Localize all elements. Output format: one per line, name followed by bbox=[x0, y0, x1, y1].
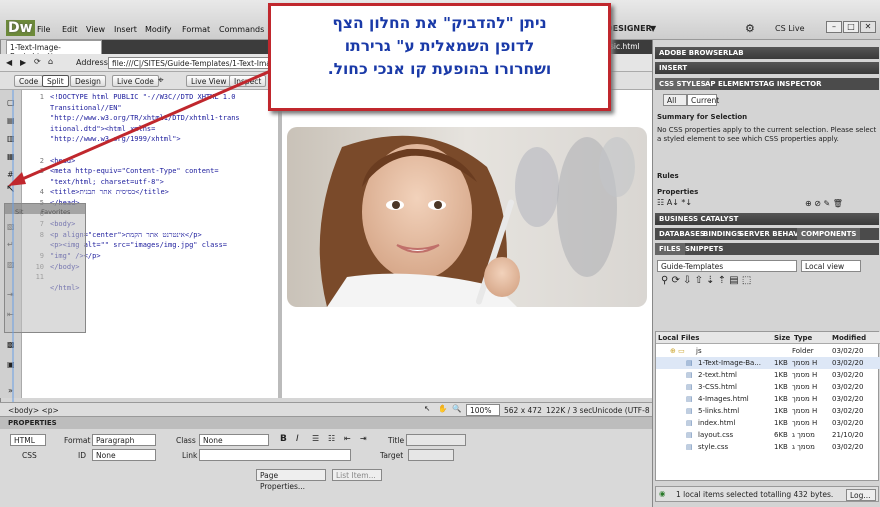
annotation-callout: ניתן "להדביק" את החלון הצף לדופן השמאלית… bbox=[268, 3, 611, 111]
annotation-line-1: ניתן "להדביק" את החלון הצף bbox=[332, 14, 547, 32]
annotation-line-2: לדופן השמאלית ע" גרירתו bbox=[344, 37, 535, 55]
annotation-line-3: ושחרורו בהופעת קו אנכי כחול. bbox=[327, 60, 552, 78]
